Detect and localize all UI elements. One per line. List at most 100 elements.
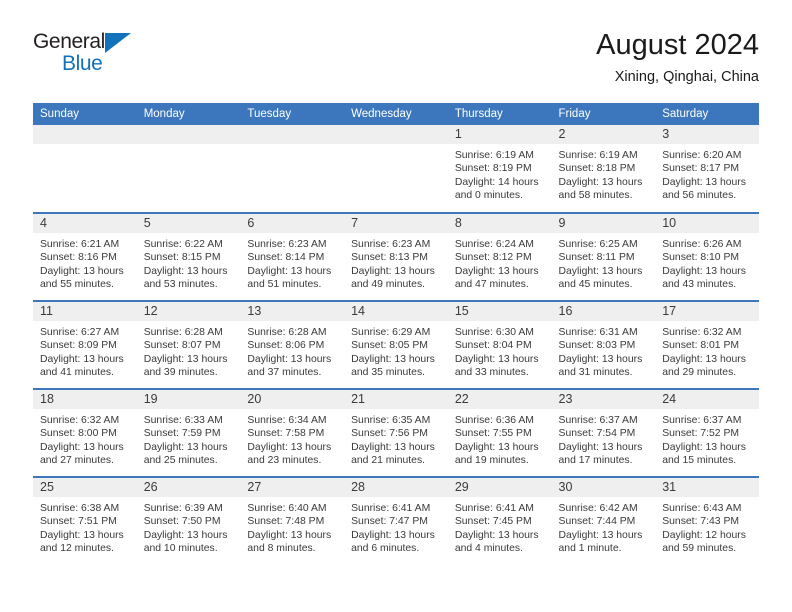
sunset-text: Sunset: 8:00 PM xyxy=(40,428,117,440)
day-details: Sunrise: 6:28 AM Sunset: 8:07 PM Daylight:… xyxy=(137,321,241,380)
calendar-day-cell: 21 Sunrise: 6:35 AM Sunset: 7:56 PM Dayligh… xyxy=(344,388,448,477)
sunset-text: Sunset: 7:56 PM xyxy=(351,428,428,440)
sunrise-text: Sunrise: 6:24 AM xyxy=(454,239,534,250)
day-number: 11 xyxy=(33,302,137,321)
calendar-week-row: 11 Sunrise: 6:27 AM Sunset: 8:09 PM Dayligh… xyxy=(33,300,759,389)
sunrise-text: Sunrise: 6:26 AM xyxy=(662,239,742,250)
sunrise-text: Sunrise: 6:19 AM xyxy=(454,150,534,161)
sunrise-text: Sunrise: 6:28 AM xyxy=(247,327,327,338)
daylight-text: Daylight: 14 hours and 0 minutes. xyxy=(454,176,539,202)
day-number: 24 xyxy=(655,390,759,409)
day-number xyxy=(240,125,345,144)
calendar-day-cell: 30 Sunrise: 6:42 AM Sunset: 7:44 PM Dayligh… xyxy=(551,476,656,565)
day-number xyxy=(33,125,137,144)
day-number: 25 xyxy=(33,478,137,497)
daylight-text: Daylight: 13 hours and 19 minutes. xyxy=(454,441,539,467)
calendar-day-cell: 23 Sunrise: 6:37 AM Sunset: 7:54 PM Dayligh… xyxy=(551,388,656,477)
day-details: Sunrise: 6:41 AM Sunset: 7:45 PM Daylight:… xyxy=(448,497,552,556)
day-number: 23 xyxy=(551,390,656,409)
sunrise-text: Sunrise: 6:20 AM xyxy=(662,150,742,161)
day-number: 4 xyxy=(33,214,137,233)
day-number: 9 xyxy=(551,214,656,233)
sunrise-text: Sunrise: 6:41 AM xyxy=(351,503,431,514)
daylight-text: Daylight: 13 hours and 10 minutes. xyxy=(143,529,228,555)
sunrise-text: Sunrise: 6:33 AM xyxy=(143,415,223,426)
daylight-text: Daylight: 13 hours and 1 minute. xyxy=(558,529,643,555)
calendar-header-row: Sunday Monday Tuesday Wednesday Thursday… xyxy=(33,103,759,125)
day-details: Sunrise: 6:42 AM Sunset: 7:44 PM Daylight:… xyxy=(552,497,656,556)
day-number: 19 xyxy=(136,390,241,409)
sunset-text: Sunset: 8:01 PM xyxy=(662,340,740,352)
day-details: Sunrise: 6:27 AM Sunset: 8:09 PM Daylight:… xyxy=(33,321,137,380)
day-number: 18 xyxy=(33,390,137,409)
daylight-text: Daylight: 13 hours and 47 minutes. xyxy=(454,265,539,291)
daylight-text: Daylight: 13 hours and 15 minutes. xyxy=(662,441,746,467)
calendar-day-cell: 15 Sunrise: 6:30 AM Sunset: 8:04 PM Dayligh… xyxy=(447,300,552,389)
calendar-day-cell-empty xyxy=(240,125,345,213)
daylight-text: Daylight: 13 hours and 29 minutes. xyxy=(662,353,746,379)
sunrise-text: Sunrise: 6:36 AM xyxy=(454,415,534,426)
daylight-text: Daylight: 13 hours and 8 minutes. xyxy=(247,529,332,555)
calendar-day-cell: 28 Sunrise: 6:41 AM Sunset: 7:47 PM Dayligh… xyxy=(344,476,448,565)
sunset-text: Sunset: 8:18 PM xyxy=(558,163,636,175)
day-number: 12 xyxy=(136,302,241,321)
sunset-text: Sunset: 8:11 PM xyxy=(558,252,635,264)
day-details: Sunrise: 6:25 AM Sunset: 8:11 PM Daylight:… xyxy=(552,233,656,292)
sunrise-text: Sunrise: 6:37 AM xyxy=(662,415,742,426)
sunrise-text: Sunrise: 6:23 AM xyxy=(351,239,431,250)
daylight-text: Daylight: 12 hours and 59 minutes. xyxy=(662,529,746,555)
sunrise-text: Sunrise: 6:23 AM xyxy=(247,239,327,250)
day-details: Sunrise: 6:28 AM Sunset: 8:06 PM Daylight:… xyxy=(240,321,344,380)
sunset-text: Sunset: 7:47 PM xyxy=(351,516,428,528)
day-number: 7 xyxy=(344,214,448,233)
sunrise-text: Sunrise: 6:40 AM xyxy=(247,503,327,514)
sunset-text: Sunset: 8:04 PM xyxy=(454,340,532,352)
day-number: 6 xyxy=(240,214,345,233)
day-number: 14 xyxy=(344,302,448,321)
calendar-day-cell: 4 Sunrise: 6:21 AM Sunset: 8:16 PM Daylight… xyxy=(33,212,137,301)
day-details: Sunrise: 6:43 AM Sunset: 7:43 PM Daylight:… xyxy=(655,497,759,556)
day-number: 2 xyxy=(551,125,656,144)
sunrise-text: Sunrise: 6:32 AM xyxy=(662,327,742,338)
day-number: 13 xyxy=(240,302,345,321)
day-number: 30 xyxy=(551,478,656,497)
sunset-text: Sunset: 8:12 PM xyxy=(454,252,532,264)
day-number: 20 xyxy=(240,390,345,409)
calendar-day-cell: 25 Sunrise: 6:38 AM Sunset: 7:51 PM Dayligh… xyxy=(33,476,137,565)
sunset-text: Sunset: 7:59 PM xyxy=(143,428,221,440)
calendar-day-cell: 3 Sunrise: 6:20 AM Sunset: 8:17 PM Daylight… xyxy=(655,125,759,213)
day-details: Sunrise: 6:41 AM Sunset: 7:47 PM Daylight:… xyxy=(344,497,448,556)
daylight-text: Daylight: 13 hours and 58 minutes. xyxy=(558,176,643,202)
day-details: Sunrise: 6:19 AM Sunset: 8:19 PM Daylight:… xyxy=(448,144,552,203)
calendar-day-cell: 27 Sunrise: 6:40 AM Sunset: 7:48 PM Dayligh… xyxy=(240,476,345,565)
calendar-week-row: 1 Sunrise: 6:19 AM Sunset: 8:19 PM Daylight… xyxy=(33,125,759,213)
day-details: Sunrise: 6:35 AM Sunset: 7:56 PM Daylight:… xyxy=(344,409,448,468)
day-details: Sunrise: 6:30 AM Sunset: 8:04 PM Daylight:… xyxy=(448,321,552,380)
logo-triangle-icon xyxy=(105,33,131,53)
daylight-text: Daylight: 13 hours and 41 minutes. xyxy=(40,353,124,379)
sunrise-text: Sunrise: 6:35 AM xyxy=(351,415,431,426)
day-details: Sunrise: 6:36 AM Sunset: 7:55 PM Daylight:… xyxy=(448,409,552,468)
calendar-day-cell: 20 Sunrise: 6:34 AM Sunset: 7:58 PM Dayligh… xyxy=(240,388,345,477)
calendar-day-cell: 22 Sunrise: 6:36 AM Sunset: 7:55 PM Dayligh… xyxy=(447,388,552,477)
calendar-day-cell: 31 Sunrise: 6:43 AM Sunset: 7:43 PM Dayligh… xyxy=(655,476,759,565)
calendar-day-cell: 8 Sunrise: 6:24 AM Sunset: 8:12 PM Daylight… xyxy=(447,212,552,301)
day-details: Sunrise: 6:33 AM Sunset: 7:59 PM Daylight:… xyxy=(137,409,241,468)
sunset-text: Sunset: 7:58 PM xyxy=(247,428,325,440)
day-details: Sunrise: 6:38 AM Sunset: 7:51 PM Daylight:… xyxy=(33,497,137,556)
calendar-page: General Blue August 2024 Xining, Qinghai… xyxy=(0,0,792,612)
calendar-week-row: 4 Sunrise: 6:21 AM Sunset: 8:16 PM Daylight… xyxy=(33,212,759,301)
sunrise-text: Sunrise: 6:25 AM xyxy=(558,239,638,250)
calendar-day-cell: 24 Sunrise: 6:37 AM Sunset: 7:52 PM Dayligh… xyxy=(655,388,759,477)
calendar-day-cell: 2 Sunrise: 6:19 AM Sunset: 8:18 PM Daylight… xyxy=(551,125,656,213)
calendar-body: 1 Sunrise: 6:19 AM Sunset: 8:19 PM Daylight… xyxy=(33,125,759,565)
sunset-text: Sunset: 7:48 PM xyxy=(247,516,325,528)
day-number: 27 xyxy=(240,478,345,497)
daylight-text: Daylight: 13 hours and 37 minutes. xyxy=(247,353,332,379)
calendar-day-cell: 10 Sunrise: 6:26 AM Sunset: 8:10 PM Dayligh… xyxy=(655,212,759,301)
daylight-text: Daylight: 13 hours and 12 minutes. xyxy=(40,529,124,555)
day-details: Sunrise: 6:32 AM Sunset: 8:00 PM Daylight:… xyxy=(33,409,137,468)
sunrise-text: Sunrise: 6:34 AM xyxy=(247,415,327,426)
calendar-day-cell: 12 Sunrise: 6:28 AM Sunset: 8:07 PM Dayligh… xyxy=(136,300,241,389)
day-number: 29 xyxy=(447,478,552,497)
